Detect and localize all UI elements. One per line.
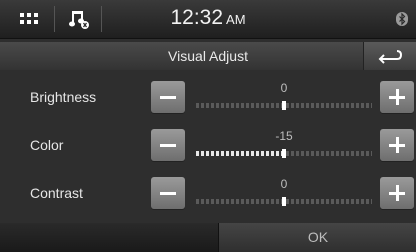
minus-icon <box>160 143 176 147</box>
brightness-increase-button[interactable] <box>380 81 414 113</box>
clock: 12:32 AM <box>0 6 416 30</box>
color-increase-button[interactable] <box>380 129 414 161</box>
bottom-bar: OK <box>0 223 416 252</box>
color-slider[interactable] <box>196 149 372 158</box>
brightness-decrease-button[interactable] <box>151 81 185 113</box>
setting-label: Color <box>30 137 64 153</box>
plus-icon <box>389 185 405 201</box>
setting-value: -15 <box>275 129 293 143</box>
slider-knob[interactable] <box>282 101 286 110</box>
status-bar: 12:32 AM <box>0 0 416 39</box>
brightness-slider[interactable] <box>196 101 372 110</box>
setting-row-contrast: Contrast 0 <box>0 172 416 216</box>
bottom-bar-left <box>0 223 218 252</box>
clock-ampm: AM <box>226 12 246 27</box>
setting-value: 0 <box>280 177 288 191</box>
slider-knob[interactable] <box>282 197 286 206</box>
minus-icon <box>160 95 176 99</box>
back-arrow-icon <box>378 50 403 64</box>
setting-row-brightness: Brightness 0 <box>0 76 416 120</box>
color-decrease-button[interactable] <box>151 129 185 161</box>
setting-row-color: Color -15 <box>0 124 416 168</box>
title-bar: Visual Adjust <box>0 42 416 70</box>
back-button[interactable] <box>363 42 416 70</box>
page-title: Visual Adjust <box>168 48 248 64</box>
slider-knob[interactable] <box>282 149 286 158</box>
contrast-decrease-button[interactable] <box>151 177 185 209</box>
slider-fill <box>196 151 282 156</box>
ok-button[interactable]: OK <box>218 223 416 252</box>
contrast-increase-button[interactable] <box>380 177 414 209</box>
setting-value: 0 <box>280 81 288 95</box>
plus-icon <box>389 89 405 105</box>
bluetooth-icon <box>394 0 410 38</box>
setting-label: Contrast <box>30 185 83 201</box>
minus-icon <box>160 191 176 195</box>
contrast-slider[interactable] <box>196 197 372 206</box>
plus-icon <box>389 137 405 153</box>
setting-label: Brightness <box>30 89 97 105</box>
clock-time: 12:32 <box>170 6 224 29</box>
